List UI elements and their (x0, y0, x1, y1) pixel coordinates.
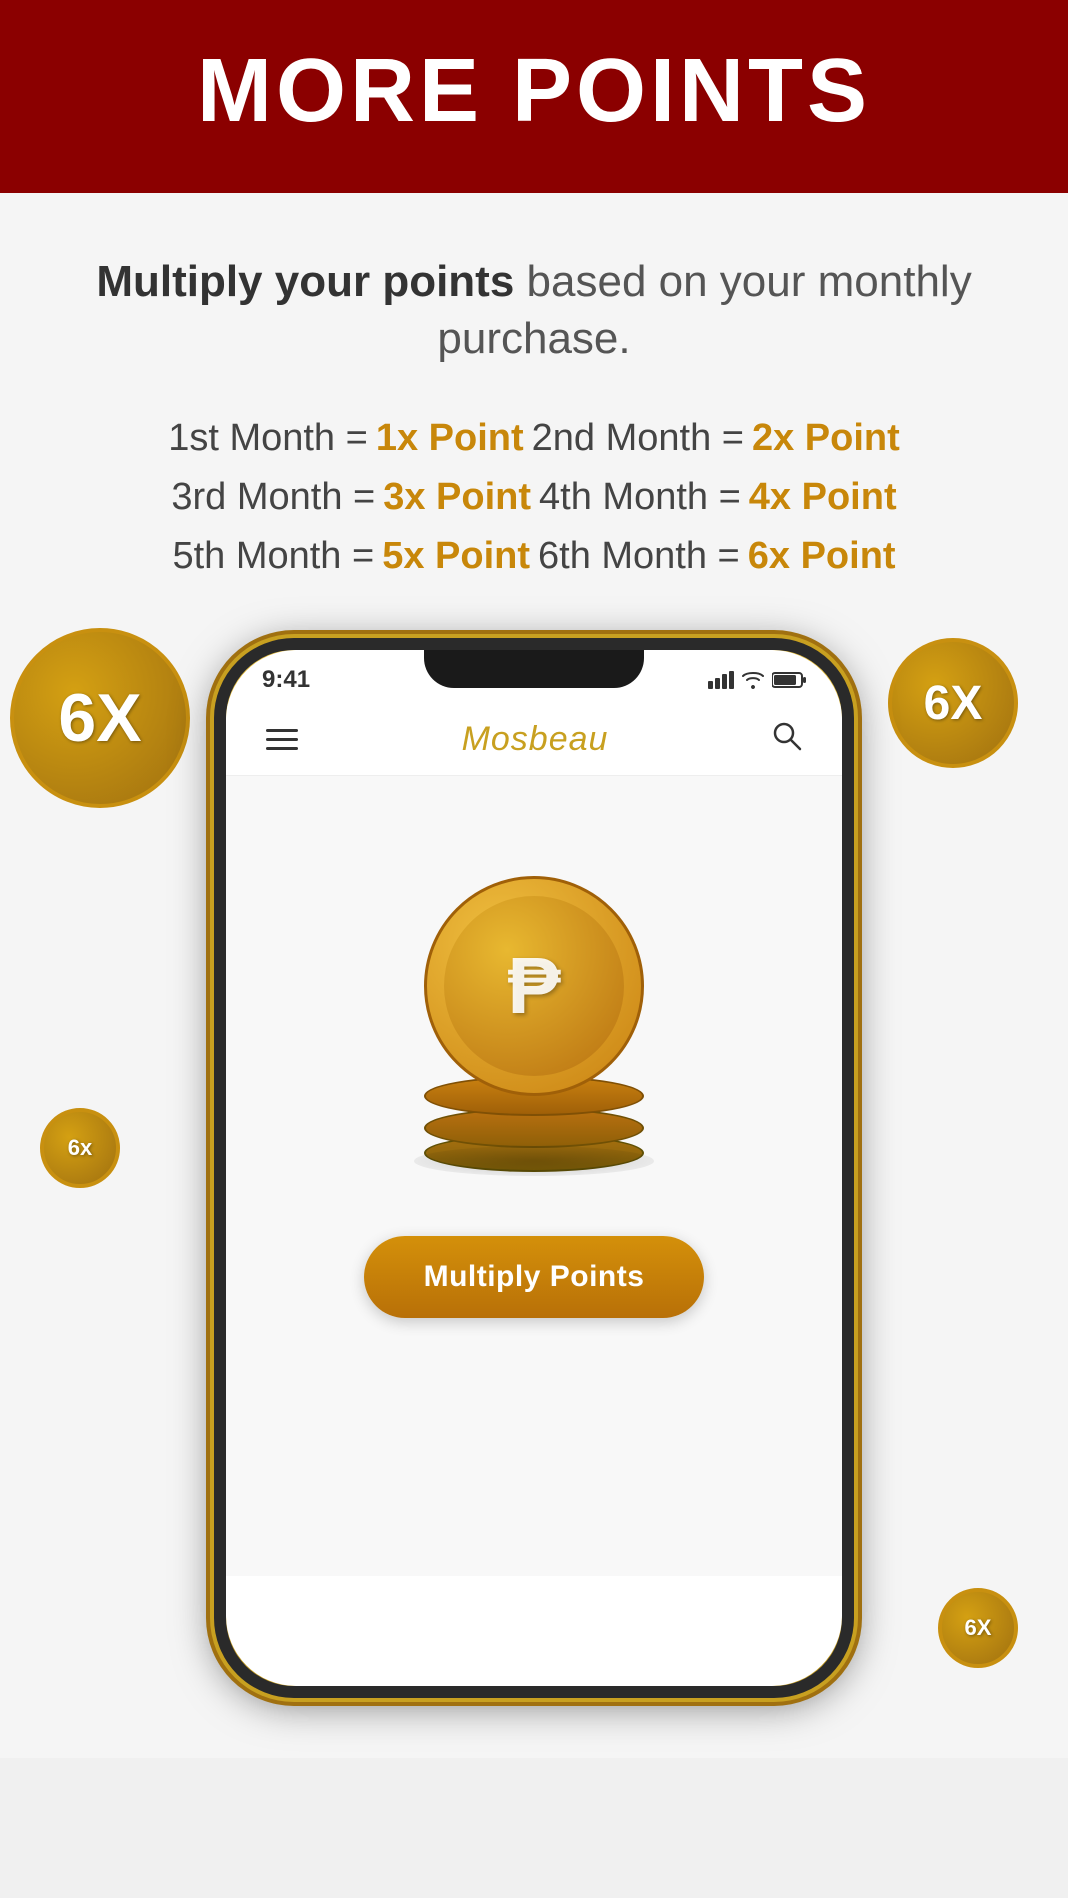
content-section: Multiply your points based on your month… (0, 193, 1068, 1758)
coin-stack: ₱ (404, 876, 664, 1156)
subtitle-regular: based on your monthly purchase. (437, 257, 971, 363)
status-time: 9:41 (262, 666, 310, 694)
page-title: MORE POINTS (20, 40, 1048, 143)
signal-icon (708, 671, 734, 689)
month-5-value: 5x Point (382, 535, 530, 578)
wifi-icon (742, 671, 764, 689)
month-3-value: 3x Point (383, 476, 531, 519)
phone-area: 6X 6X 6x 6X 9:41 (40, 618, 1028, 1718)
iphone-frame: 9:41 (214, 638, 854, 1698)
hamburger-menu[interactable] (266, 729, 298, 750)
badge-large-right: 6X (888, 638, 1018, 768)
month-5-label: 5th Month = (172, 535, 374, 578)
app-content: ₱ Multiply Points (226, 776, 842, 1576)
month-3-label: 3rd Month = (171, 476, 375, 519)
search-icon[interactable] (772, 721, 802, 759)
month-2-value: 2x Point (752, 417, 900, 460)
month-2-label: 2nd Month = (532, 417, 744, 460)
subtitle-text: Multiply your points based on your month… (40, 253, 1028, 367)
points-row-2: 3rd Month = 3x Point 4th Month = 4x Poin… (40, 476, 1028, 519)
points-row-3: 5th Month = 5x Point 6th Month = 6x Poin… (40, 535, 1028, 578)
iphone-screen: 9:41 (226, 650, 842, 1686)
badge-small-right-bottom: 6X (938, 1588, 1018, 1668)
badge-small-left: 6x (40, 1108, 120, 1188)
badge-large-left: 6X (10, 628, 190, 808)
points-row-1: 1st Month = 1x Point 2nd Month = 2x Poin… (40, 417, 1028, 460)
multiply-points-button[interactable]: Multiply Points (364, 1236, 705, 1318)
month-1-value: 1x Point (376, 417, 524, 460)
header-section: MORE POINTS (0, 0, 1068, 193)
subtitle-bold: Multiply your points (96, 257, 514, 306)
status-icons (708, 671, 806, 689)
points-grid: 1st Month = 1x Point 2nd Month = 2x Poin… (40, 417, 1028, 578)
month-4-label: 4th Month = (539, 476, 741, 519)
month-6-label: 6th Month = (538, 535, 740, 578)
app-logo: Mosbeau (462, 720, 609, 759)
month-4-value: 4x Point (749, 476, 897, 519)
month-6-value: 6x Point (748, 535, 896, 578)
battery-icon (772, 671, 806, 689)
month-1-label: 1st Month = (168, 417, 368, 460)
coin-symbol: ₱ (444, 896, 624, 1076)
coin-top: ₱ (424, 876, 644, 1096)
iphone-notch (424, 650, 644, 688)
coin-shadow (414, 1146, 654, 1176)
nav-bar: Mosbeau (226, 704, 842, 776)
